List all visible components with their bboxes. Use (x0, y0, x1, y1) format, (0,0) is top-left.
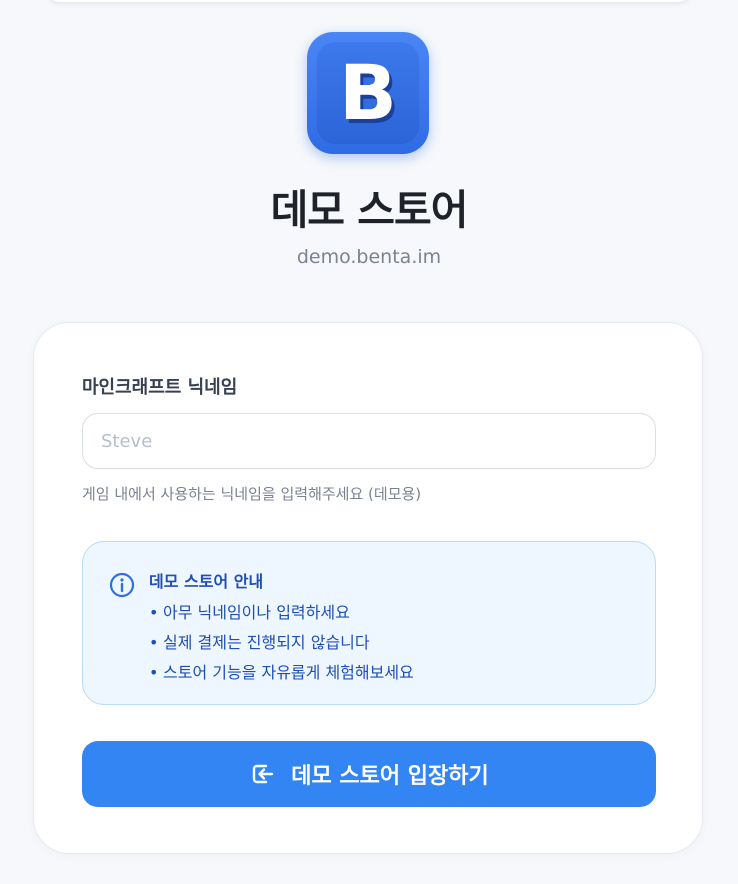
notice-item-text: 아무 닉네임이나 입력하세요 (163, 603, 350, 622)
store-logo-inner: B (317, 42, 419, 144)
enter-store-label: 데모 스토어 입장하기 (291, 764, 489, 789)
bullet-icon: • (149, 663, 159, 682)
login-page: B 데모 스토어 demo.benta.im 마인크래프트 닉네임 게임 내에서… (0, 0, 738, 884)
notice-item-text: 스토어 기능을 자유롭게 체험해보세요 (163, 663, 414, 682)
bullet-icon: • (149, 603, 159, 622)
logo-letter: B (339, 48, 397, 137)
notice-item: • 스토어 기능을 자유롭게 체험해보세요 (149, 658, 414, 688)
notice-item: • 실제 결제는 진행되지 않습니다 (149, 628, 414, 658)
nickname-help-text: 게임 내에서 사용하는 닉네임을 입력해주세요 (데모용) (82, 485, 422, 503)
login-card: 마인크래프트 닉네임 게임 내에서 사용하는 닉네임을 입력해주세요 (데모용)… (33, 322, 703, 854)
notice-item: • 아무 닉네임이나 입력하세요 (149, 598, 414, 628)
top-panel-edge (46, 0, 692, 2)
page-title: 데모 스토어 (270, 186, 469, 234)
enter-store-button[interactable]: 데모 스토어 입장하기 (82, 741, 656, 807)
nickname-label: 마인크래프트 닉네임 (82, 377, 238, 398)
store-domain: demo.benta.im (296, 246, 442, 268)
notice-title: 데모 스토어 안내 (149, 572, 264, 591)
notice-list: • 아무 닉네임이나 입력하세요 • 실제 결제는 진행되지 않습니다 • 스토어 기… (149, 598, 414, 688)
store-logo: B (307, 32, 429, 154)
bullet-icon: • (149, 633, 159, 652)
nickname-input[interactable] (82, 413, 656, 469)
login-icon (253, 764, 274, 784)
demo-notice-box: 데모 스토어 안내 • 아무 닉네임이나 입력하세요 • 실제 결제는 진행되지 않… (82, 541, 656, 705)
info-icon (109, 572, 135, 598)
notice-item-text: 실제 결제는 진행되지 않습니다 (163, 633, 370, 652)
